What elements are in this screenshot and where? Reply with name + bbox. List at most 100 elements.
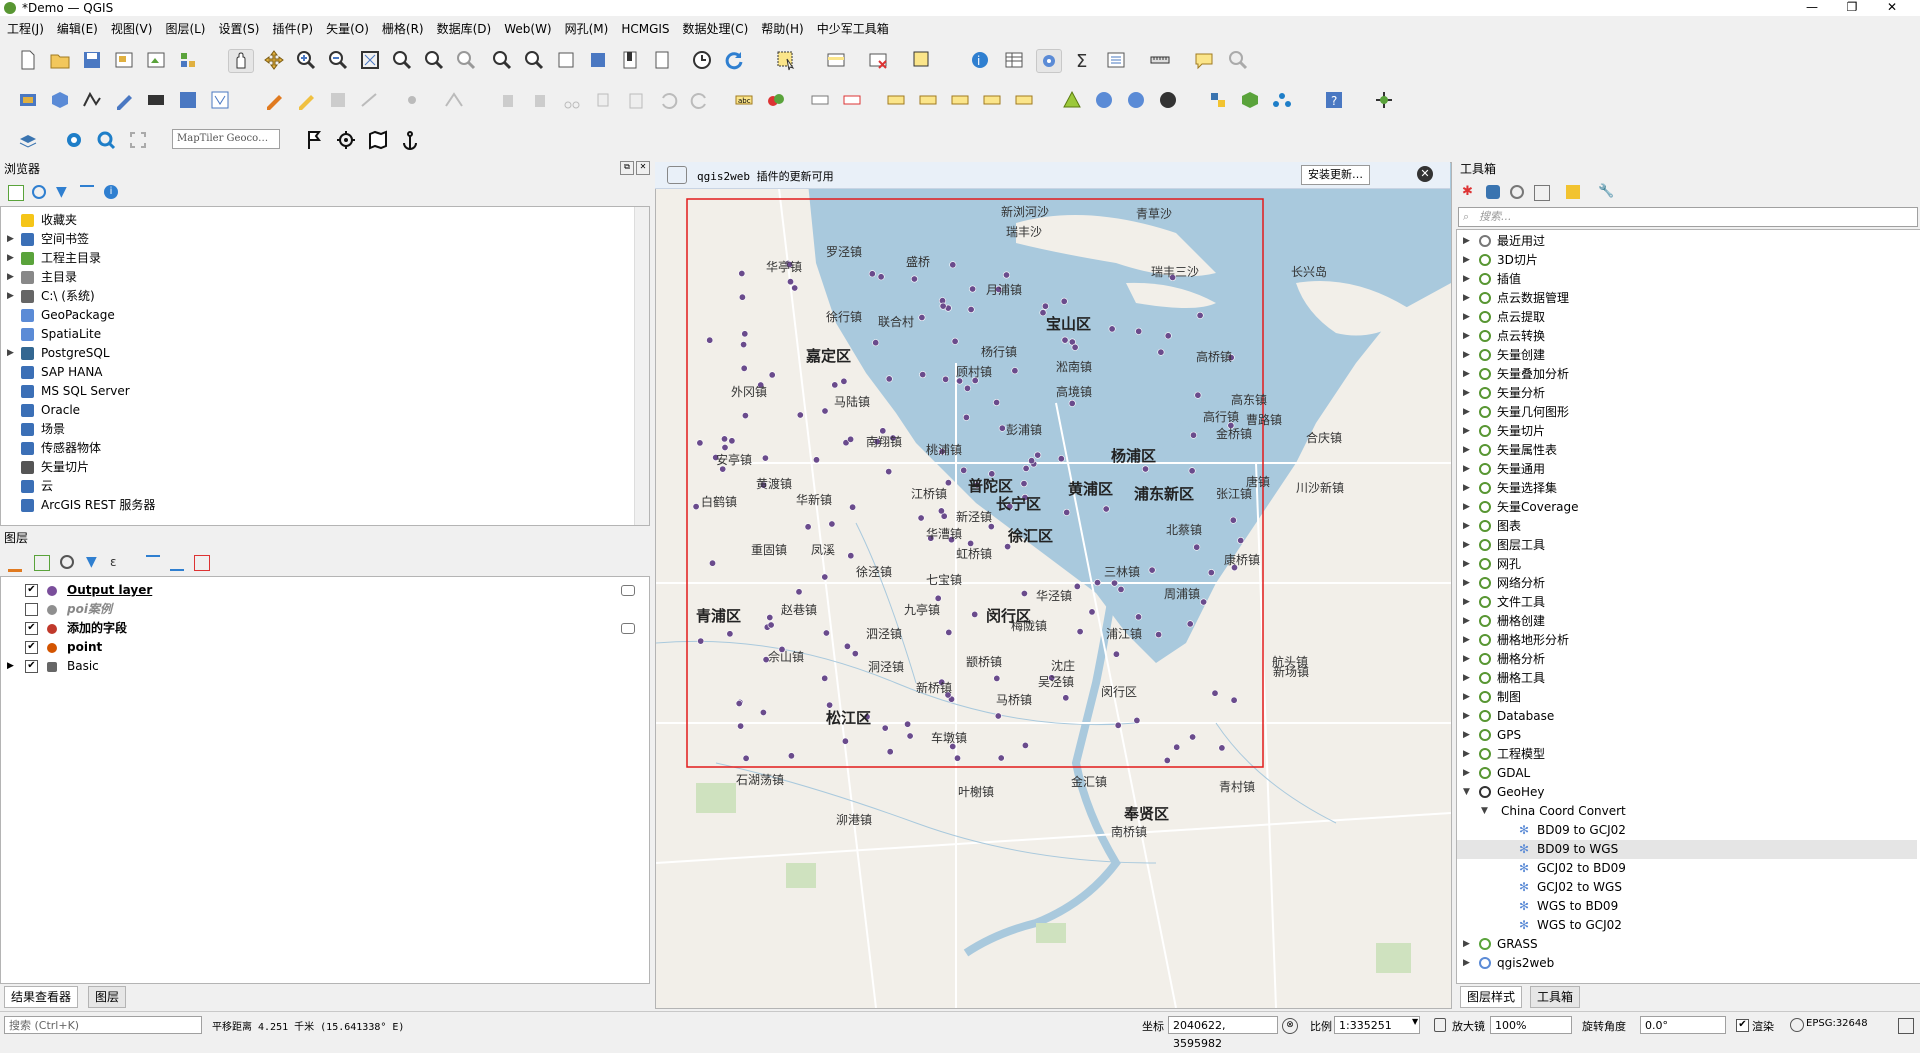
poi-point[interactable] <box>993 399 1001 407</box>
toolbox-group[interactable]: ▶ 点云转换 <box>1457 327 1917 346</box>
refresh-icon[interactable] <box>722 49 746 71</box>
new-print-layout-icon[interactable] <box>112 49 136 71</box>
tab-layers[interactable]: 图层 <box>88 986 127 1008</box>
layer-row[interactable]: ✔ 添加的字段 <box>1 619 641 638</box>
expand-arrow-icon[interactable]: ▶ <box>1463 327 1470 346</box>
poi-point[interactable] <box>1061 336 1069 344</box>
poi-point[interactable] <box>735 699 743 707</box>
expand-arrow-icon[interactable]: ▶ <box>1463 650 1470 669</box>
expand-arrow-icon[interactable]: ▶ <box>1463 346 1470 365</box>
collapse-all-icon[interactable] <box>80 185 94 201</box>
poi-point[interactable] <box>1093 579 1101 587</box>
poi-point[interactable] <box>721 443 729 451</box>
expand-arrow-icon[interactable]: ▶ <box>1463 688 1470 707</box>
vertex-tool-icon[interactable] <box>442 89 466 111</box>
poi-point[interactable] <box>828 520 836 528</box>
poi-point[interactable] <box>1117 585 1125 593</box>
render-checkbox[interactable]: ✔ <box>1736 1019 1749 1032</box>
cut-features-icon[interactable] <box>560 89 584 111</box>
new-virtual-layer-icon[interactable] <box>208 89 232 111</box>
remove-layer-icon[interactable] <box>194 555 210 571</box>
poi-point[interactable] <box>1188 467 1196 475</box>
poi-point[interactable] <box>1114 721 1122 729</box>
toolbox-group[interactable]: ▶ 矢量切片 <box>1457 422 1917 441</box>
tab-results-viewer[interactable]: 结果查看器 <box>4 986 79 1008</box>
poi-point[interactable] <box>1063 508 1071 516</box>
toolbox-group[interactable]: ▶ 网孔 <box>1457 555 1917 574</box>
poi-point[interactable] <box>937 507 945 515</box>
scripts-icon[interactable] <box>1486 185 1500 199</box>
poi-point[interactable] <box>877 273 885 281</box>
filter-expression-icon[interactable]: ε <box>110 555 124 569</box>
panel-close-icon[interactable]: ✕ <box>636 161 650 175</box>
editing-indicator-icon[interactable] <box>621 623 635 634</box>
toolbox-search-input[interactable]: ⌕ 搜索... <box>1458 207 1918 227</box>
open-project-icon[interactable] <box>48 49 72 71</box>
toolbox-group[interactable]: ▶ 矢量Coverage <box>1457 498 1917 517</box>
poi-point[interactable] <box>787 752 795 760</box>
layer-row[interactable]: poi案例 <box>1 600 641 619</box>
poi-point[interactable] <box>741 412 749 420</box>
new-temp-layer-icon[interactable] <box>144 89 168 111</box>
poi-point[interactable] <box>919 371 927 379</box>
results-viewer-icon[interactable] <box>1534 185 1550 201</box>
poi-point[interactable] <box>804 523 812 531</box>
browser-item[interactable]: SAP HANA <box>1 363 631 382</box>
poi-point[interactable] <box>768 371 776 379</box>
poi-point[interactable] <box>796 411 804 419</box>
toolbox-algorithm[interactable]: ✻ GCJ02 to BD09 <box>1457 859 1917 878</box>
poi-point[interactable] <box>822 629 830 637</box>
expand-arrow-icon[interactable]: ▶ <box>1463 726 1470 745</box>
poi-point[interactable] <box>1237 536 1245 544</box>
toolbox-group[interactable]: ▶ 点云数据管理 <box>1457 289 1917 308</box>
poi-point[interactable] <box>962 413 970 421</box>
expand-arrow-icon[interactable]: ▶ <box>1463 365 1470 384</box>
label-pin-icon[interactable] <box>808 89 832 111</box>
select-location-icon[interactable] <box>910 49 934 71</box>
model-designer-icon[interactable] <box>1270 89 1294 111</box>
menu-web[interactable]: Web(W) <box>497 20 557 36</box>
pan-to-selection-icon[interactable] <box>262 49 286 71</box>
poi-point[interactable] <box>1230 696 1238 704</box>
toolbox-algorithm[interactable]: ✻ WGS to BD09 <box>1457 897 1917 916</box>
menu-edit[interactable]: 编辑(E) <box>50 18 104 37</box>
coordinate-field[interactable]: 2040622, 3595982 <box>1168 1016 1278 1050</box>
poi-point[interactable] <box>821 407 829 415</box>
browser-scrollbar[interactable] <box>634 207 649 525</box>
poi-point[interactable] <box>1034 451 1042 459</box>
browser-item[interactable]: ArcGIS REST 服务器 <box>1 496 631 515</box>
save-edits-icon[interactable] <box>326 89 350 111</box>
label-rotate-icon[interactable] <box>948 89 972 111</box>
toolbox-group[interactable]: ▶ 图表 <box>1457 517 1917 536</box>
zoom-native-icon[interactable] <box>454 49 478 71</box>
diagram-tool-icon[interactable] <box>764 89 788 111</box>
expand-arrow-icon[interactable]: ▶ <box>1463 251 1470 270</box>
expand-arrow-icon[interactable]: ▶ <box>1463 612 1470 631</box>
poi-point[interactable] <box>904 720 912 728</box>
poi-point[interactable] <box>917 514 925 522</box>
poi-point[interactable] <box>885 468 893 476</box>
locator-search-icon[interactable] <box>94 129 118 151</box>
poi-point[interactable] <box>1060 297 1068 305</box>
expand-arrow-icon[interactable]: ▶ <box>1463 935 1470 954</box>
expand-arrow-icon[interactable]: ▶ <box>7 268 14 287</box>
layer-row[interactable]: ✔ Output layer <box>1 581 641 600</box>
models-icon[interactable]: ✱ <box>1462 185 1476 199</box>
toolbox-group[interactable]: ▶ 栅格工具 <box>1457 669 1917 688</box>
browser-item[interactable]: 云 <box>1 477 631 496</box>
toolbox-group[interactable]: ▶ 矢量几何图形 <box>1457 403 1917 422</box>
poi-point[interactable] <box>939 302 947 310</box>
poi-point[interactable] <box>942 375 950 383</box>
map-fold-icon[interactable] <box>366 129 390 151</box>
minimize-button[interactable]: — <box>1792 0 1832 16</box>
poi-point[interactable] <box>791 284 799 292</box>
poi-point[interactable] <box>706 336 714 344</box>
globe-settings-icon[interactable] <box>1124 89 1148 111</box>
toolbox-group[interactable]: ▶ GPS <box>1457 726 1917 745</box>
show-layout-icon[interactable] <box>1104 49 1128 71</box>
zoom-out-icon[interactable] <box>326 49 350 71</box>
poi-point[interactable] <box>851 650 859 658</box>
collapse-arrow-icon[interactable]: ▼ <box>1463 783 1470 802</box>
attribute-table-icon[interactable] <box>1002 49 1026 71</box>
poi-point[interactable] <box>692 503 700 511</box>
